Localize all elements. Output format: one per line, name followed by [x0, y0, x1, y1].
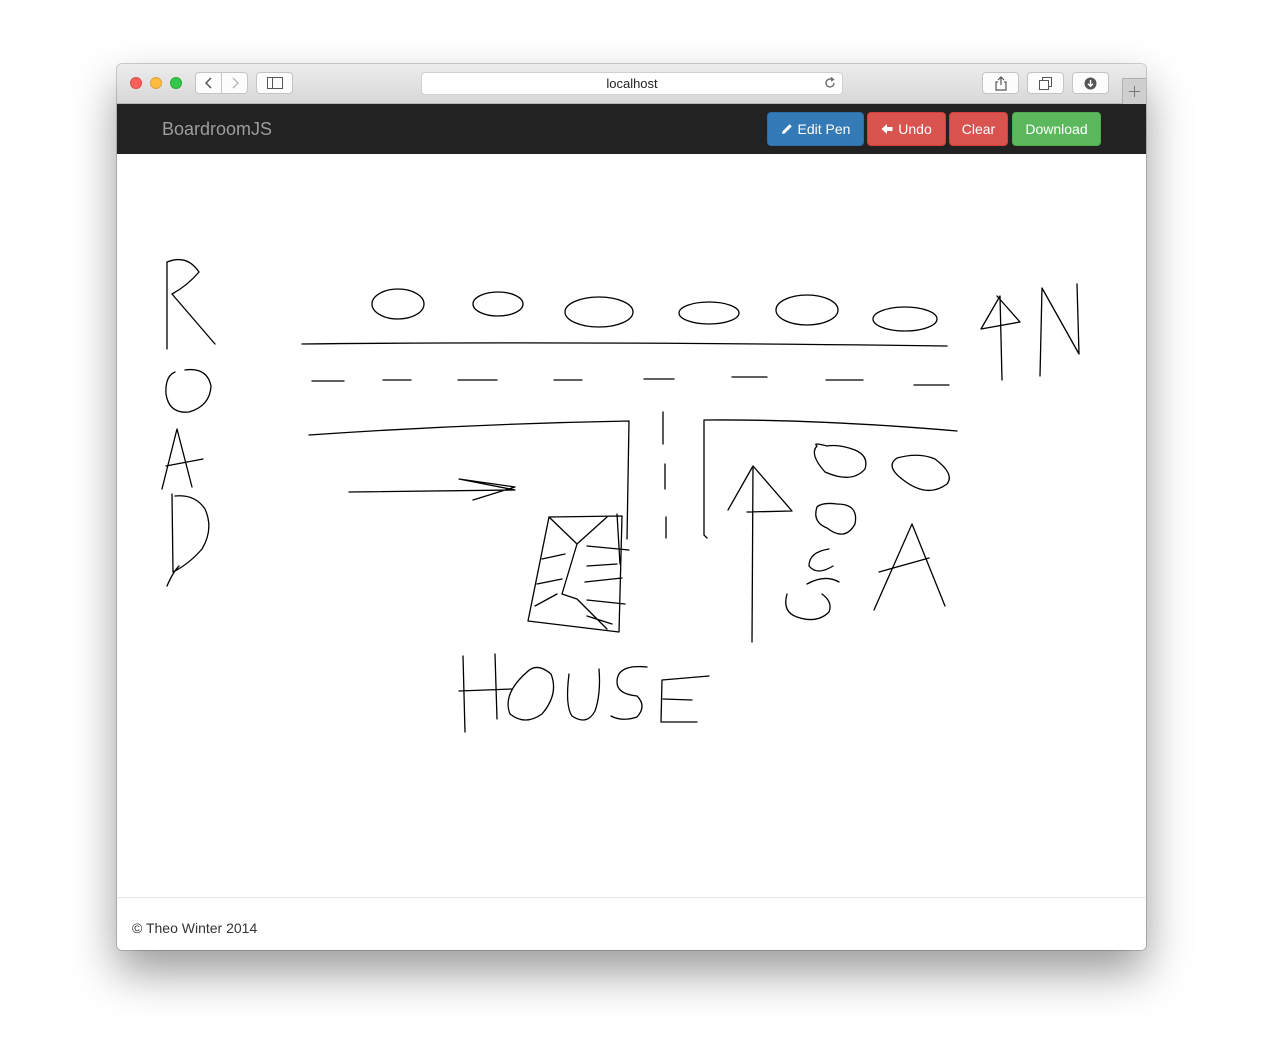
sketch-letter-a2: [873, 523, 946, 611]
browser-window: localhost BoardroomJS Edit Pen Undo Clea…: [117, 64, 1146, 950]
download-icon: [1084, 77, 1097, 89]
brand-link[interactable]: BoardroomJS: [162, 104, 272, 154]
sketch-road-bottom-right: [703, 419, 958, 539]
share-icon: [994, 75, 1007, 91]
clear-button[interactable]: Clear: [949, 112, 1008, 146]
maximize-window-button[interactable]: [170, 77, 182, 89]
download-label: Download: [1025, 121, 1088, 137]
sketch-letter-h: [458, 653, 513, 733]
app-navbar: BoardroomJS Edit Pen Undo Clear Download: [117, 104, 1146, 154]
tabs-overview-button[interactable]: [1027, 72, 1064, 94]
sketch-house: [527, 513, 630, 633]
sketch-north-arrow: [980, 295, 1021, 381]
browser-titlebar: localhost: [117, 64, 1146, 104]
forward-icon: [231, 77, 239, 89]
sketch-letter-r: [166, 258, 216, 350]
new-tab-button[interactable]: [1122, 78, 1146, 104]
sketch-car: [472, 291, 524, 317]
sketch-lane-dashes: [311, 376, 950, 386]
sketch-drawing: [161, 258, 1080, 733]
sketch-letter-o2: [507, 666, 555, 721]
sketch-tree: [815, 502, 857, 535]
sketch-car: [775, 294, 839, 326]
pencil-icon: [781, 124, 792, 134]
undo-label: Undo: [898, 121, 932, 137]
edit-pen-button[interactable]: Edit Pen: [767, 112, 864, 146]
back-button[interactable]: [195, 72, 222, 94]
downloads-button[interactable]: [1072, 72, 1109, 94]
sketch-letter-e: [660, 675, 710, 723]
address-bar[interactable]: localhost: [421, 72, 843, 95]
sketch-letter-d: [166, 493, 210, 587]
sketch-letter-a: [161, 428, 204, 490]
reload-icon[interactable]: [823, 76, 837, 90]
sketch-road-center-dashes: [662, 411, 667, 539]
sketch-letter-o: [165, 368, 212, 413]
address-text: localhost: [606, 76, 658, 91]
sketch-letter-n: [1039, 283, 1080, 377]
tabs-icon: [1039, 76, 1052, 90]
sketch-car: [678, 301, 740, 325]
sketch-car: [872, 306, 938, 332]
sketch-tree: [891, 454, 950, 491]
sketch-car: [371, 288, 425, 320]
sketch-arrow-right: [348, 478, 516, 501]
sketch-tree: [813, 443, 867, 478]
back-icon: [204, 77, 212, 89]
sketch-road-top-edge: [301, 342, 948, 347]
sketch-letter-u: [566, 668, 601, 721]
sketch-letter-s: [610, 665, 648, 720]
forward-button[interactable]: [221, 72, 248, 94]
edit-pen-label: Edit Pen: [797, 121, 851, 137]
arrow-left-icon: [881, 124, 893, 134]
sketch-arrow-up: [727, 465, 793, 643]
sketch-tree: [806, 548, 840, 585]
clear-label: Clear: [961, 121, 996, 137]
sketch-car: [564, 296, 634, 328]
close-window-button[interactable]: [130, 77, 142, 89]
sketch-tree: [785, 593, 831, 621]
page-footer: © Theo Winter 2014: [117, 897, 1146, 950]
download-button[interactable]: Download: [1012, 112, 1101, 146]
footer-copyright: © Theo Winter 2014: [132, 920, 258, 936]
sidebar-icon: [266, 77, 283, 89]
sidebar-toggle-button[interactable]: [256, 72, 293, 94]
undo-button[interactable]: Undo: [867, 112, 946, 146]
drawing-canvas[interactable]: [117, 154, 1146, 897]
share-button[interactable]: [982, 72, 1019, 94]
plus-icon: [1129, 86, 1140, 97]
minimize-window-button[interactable]: [150, 77, 162, 89]
